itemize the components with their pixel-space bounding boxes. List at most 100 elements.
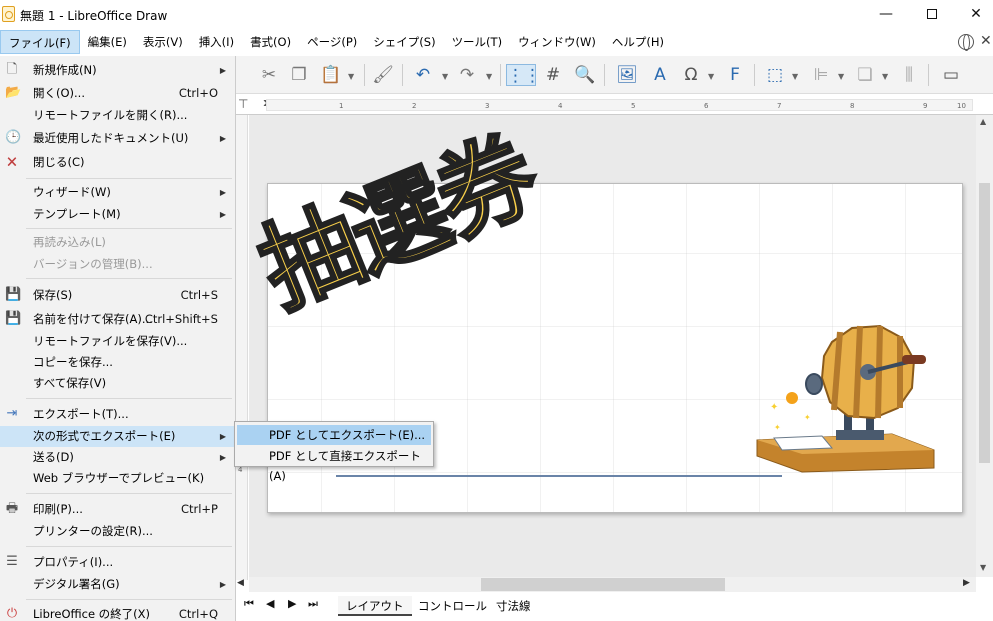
menu-close[interactable]: 🗙 閉じる(C) — [0, 152, 236, 173]
menu-save-all[interactable]: すべて保存(V) — [0, 373, 236, 394]
arrange-dropdown-icon[interactable]: ▼ — [882, 72, 888, 81]
toolbar-separator — [402, 64, 403, 86]
menu-save-remote[interactable]: リモートファイルを保存(V)... — [0, 331, 236, 352]
menu-label: ウィザード(W) — [33, 185, 111, 199]
arrange-icon[interactable]: ❏ — [854, 64, 876, 86]
menu-insert[interactable]: 挿入(I) — [191, 30, 242, 54]
menu-page[interactable]: ページ(P) — [299, 30, 365, 54]
transformations-dropdown-icon[interactable]: ▼ — [792, 72, 798, 81]
standard-toolbar: ✂ ❐ 📋 ▼ 🖌 ↶ ▼ ↷ ▼ ⋮⋮ # 🔍 🖼 A Ω ▼ F ⬚ ▼ ⊫… — [236, 56, 993, 94]
lottery-machine-image[interactable]: ✦ ✦ ✦ — [752, 322, 942, 474]
vertical-scrollbar[interactable]: ▲ ▼ — [976, 115, 993, 577]
scroll-right-icon[interactable]: ▶ — [963, 578, 970, 588]
menu-send[interactable]: 送る(D) ▶ — [0, 447, 236, 468]
line-shape[interactable] — [336, 475, 782, 477]
menu-window[interactable]: ウィンドウ(W) — [510, 30, 604, 54]
paste-dropdown-icon[interactable]: ▼ — [348, 72, 354, 81]
globe-icon[interactable] — [958, 34, 974, 51]
fontwork-icon[interactable]: F — [724, 64, 746, 86]
vertical-ruler[interactable] — [236, 115, 248, 580]
menu-printer-settings[interactable]: プリンターの設定(R)... — [0, 521, 236, 542]
first-page-icon[interactable]: ⏮ — [244, 597, 254, 611]
helplines-icon[interactable]: # — [542, 64, 564, 86]
distribute-icon[interactable]: ⫼ — [898, 64, 920, 86]
menu-properties[interactable]: ☰ プロパティ(I)... — [0, 552, 236, 573]
properties-icon: ☰ — [6, 554, 18, 569]
menu-preview-browser[interactable]: Web ブラウザーでプレビュー(K) — [0, 468, 236, 489]
tab-dimension-lines[interactable]: 寸法線 — [488, 596, 539, 616]
submenu-arrow-icon: ▶ — [219, 134, 226, 143]
layer-tab-bar: ⏮ ◀ ▶ ⏭ レイアウト コントロール 寸法線 — [236, 592, 993, 621]
menu-recent-documents[interactable]: 🕒 最近使用したドキュメント(U) ▶ — [0, 128, 236, 149]
last-page-icon[interactable]: ⏭ — [308, 597, 318, 611]
undo-icon[interactable]: ↶ — [412, 64, 434, 86]
minimize-button[interactable]: — — [863, 0, 909, 28]
menu-print[interactable]: 🖶 印刷(P)... Ctrl+P — [0, 499, 236, 520]
menu-separator — [26, 228, 232, 229]
toolbar-separator — [500, 64, 501, 86]
align-objects-icon[interactable]: ⊫ — [810, 64, 832, 86]
align-dropdown-icon[interactable]: ▼ — [838, 72, 844, 81]
insert-image-icon[interactable]: 🖼 — [616, 64, 638, 86]
menu-save[interactable]: 💾 保存(S) Ctrl+S — [0, 285, 236, 306]
menu-templates[interactable]: テンプレート(M) ▶ — [0, 204, 236, 225]
menu-save-as[interactable]: 💾 名前を付けて保存(A)... Ctrl+Shift+S — [0, 309, 236, 330]
menu-new[interactable]: 🗋 新規作成(N) ▶ — [0, 60, 236, 81]
maximize-icon — [927, 9, 937, 19]
window-title: 無題 1 - LibreOffice Draw — [20, 9, 168, 23]
previous-page-icon[interactable]: ◀ — [266, 597, 274, 610]
new-doc-icon: 🗋 — [6, 62, 18, 77]
tab-layout[interactable]: レイアウト — [338, 596, 412, 616]
horizontal-scroll-thumb[interactable] — [481, 578, 725, 591]
horizontal-scrollbar[interactable]: ◀ ▶ — [237, 577, 976, 592]
scroll-up-icon[interactable]: ▲ — [980, 117, 986, 126]
save-icon: 💾 — [5, 287, 22, 302]
menu-export-pdf[interactable]: PDF としてエクスポート(E)... — [237, 425, 431, 445]
menu-save-copy[interactable]: コピーを保存... — [0, 352, 236, 373]
menu-help[interactable]: ヘルプ(H) — [604, 30, 672, 54]
tab-controls[interactable]: コントロール — [410, 596, 495, 616]
redo-dropdown-icon[interactable]: ▼ — [486, 72, 492, 81]
display-grid-icon[interactable]: ⋮⋮ — [506, 64, 541, 86]
menu-edit[interactable]: 編集(E) — [80, 30, 135, 54]
menu-open-remote[interactable]: リモートファイルを開く(R)... — [0, 105, 236, 126]
redo-icon[interactable]: ↷ — [456, 64, 478, 86]
vertical-scroll-thumb[interactable] — [979, 183, 990, 463]
cut-icon[interactable]: ✂ — [258, 64, 280, 86]
close-window-button[interactable]: ✕ — [953, 0, 993, 28]
scroll-down-icon[interactable]: ▼ — [980, 563, 986, 572]
copy-icon[interactable]: ❐ — [288, 64, 310, 86]
menu-open[interactable]: 📂 開く(O)... Ctrl+O — [0, 83, 236, 104]
scroll-left-icon[interactable]: ◀ — [237, 578, 244, 588]
menu-shortcut: Ctrl+P — [180, 502, 218, 516]
menu-wizards[interactable]: ウィザード(W) ▶ — [0, 182, 236, 203]
menu-label: すべて保存(V) — [33, 376, 107, 390]
menu-label: プロパティ(I)... — [33, 555, 114, 569]
special-character-icon[interactable]: Ω — [680, 64, 702, 86]
menu-exit[interactable]: ⏻ LibreOffice の終了(X) Ctrl+Q — [0, 604, 236, 621]
menu-view[interactable]: 表示(V) — [135, 30, 191, 54]
menu-tools[interactable]: ツール(T) — [444, 30, 511, 54]
tab-stop-icon[interactable]: ⊤ — [238, 97, 248, 111]
menu-file[interactable]: ファイル(F) — [0, 30, 80, 54]
close-document-icon[interactable]: ✕ — [980, 33, 992, 49]
next-page-icon[interactable]: ▶ — [288, 597, 296, 610]
horizontal-ruler[interactable]: ⊤ ⧗ 1 2 3 4 5 6 7 8 9 10 — [236, 95, 993, 115]
clone-formatting-icon[interactable]: 🖌 — [372, 64, 394, 86]
maximize-button[interactable] — [909, 0, 955, 28]
paste-icon[interactable]: 📋 — [320, 64, 342, 86]
insert-textbox-icon[interactable]: A — [648, 64, 672, 86]
undo-dropdown-icon[interactable]: ▼ — [442, 72, 448, 81]
menu-export-pdf-direct[interactable]: PDF として直接エクスポート(A) — [237, 446, 431, 483]
libreoffice-draw-icon — [2, 6, 15, 22]
transformations-icon[interactable]: ⬚ — [764, 64, 786, 86]
special-character-dropdown-icon[interactable]: ▼ — [708, 72, 714, 81]
svg-text:✦: ✦ — [774, 423, 781, 432]
menu-export[interactable]: ⇥ エクスポート(T)... — [0, 404, 236, 425]
menu-export-as[interactable]: 次の形式でエクスポート(E) ▶ — [0, 426, 236, 447]
menu-digital-signatures[interactable]: デジタル署名(G) ▶ — [0, 574, 236, 595]
zoom-pan-icon[interactable]: 🔍 — [574, 64, 596, 86]
menu-format[interactable]: 書式(O) — [242, 30, 299, 54]
menu-shape[interactable]: シェイプ(S) — [365, 30, 443, 54]
shadow-icon[interactable]: ▭ — [940, 64, 962, 86]
